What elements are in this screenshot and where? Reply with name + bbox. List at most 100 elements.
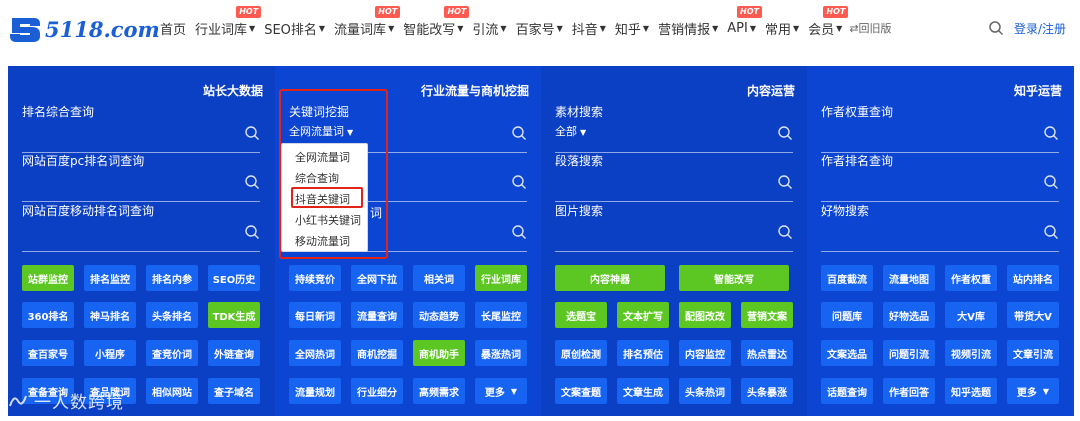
tool-button[interactable]: 小程序 [84,340,136,366]
tool-button[interactable]: 商机挖掘 [351,340,403,366]
tool-button[interactable]: 查百家号 [22,340,74,366]
tool-button[interactable]: 排名内参 [146,265,198,291]
tool-button[interactable]: 流量规划 [289,378,341,404]
search-icon[interactable] [1043,224,1059,240]
tool-button[interactable]: 外链查询 [208,340,260,366]
nav-item-3[interactable]: 流量词库 ▼ HOT [334,0,401,56]
tool-button[interactable]: 行业词库 [475,265,527,291]
search-icon[interactable] [777,174,793,190]
tool-button[interactable]: 站内排名 [1007,265,1059,291]
tool-button[interactable]: 作者权重 [945,265,997,291]
tool-button[interactable]: 排名监控 [84,265,136,291]
nav-item-4[interactable]: 智能改写 ▼ HOT [403,0,470,56]
tool-button[interactable]: 头条暴涨 [741,378,793,404]
dropdown-option[interactable]: 综合查询 [282,168,369,189]
search-icon[interactable] [777,224,793,240]
tool-button[interactable]: TDK生成 [208,302,260,328]
search-icon[interactable] [1043,174,1059,190]
tool-button[interactable]: 商机助手 [413,340,465,366]
tool-button[interactable]: 流量地图 [883,265,935,291]
tool-button[interactable]: 暴涨热词 [475,340,527,366]
nav-item-12[interactable]: 会员 ▼ HOT [808,0,849,56]
tool-button[interactable]: 文案查题 [555,378,607,404]
tool-button[interactable]: 高频需求 [413,378,465,404]
search-icon[interactable] [244,224,260,240]
tool-button[interactable]: 文章生成 [617,378,669,404]
search-icon[interactable] [511,125,527,141]
nav-item-10[interactable]: API ▼ HOT [727,0,762,56]
search-icon[interactable] [244,174,260,190]
tool-button[interactable]: SEO历史 [208,265,260,291]
nav-item-5[interactable]: 引流 ▼ [472,0,506,56]
tool-button[interactable]: 查子域名 [208,378,260,404]
more-button[interactable]: 更多 ▼ [475,378,527,404]
search-icon[interactable] [244,125,260,141]
search-field[interactable]: 作者排名查询 [821,152,1059,202]
search-field[interactable]: 段落搜索 [555,152,793,202]
tool-button[interactable]: 原创检测 [555,340,607,366]
tool-button[interactable]: 话题查询 [821,378,873,404]
tool-button[interactable]: 视频引流 [945,340,997,366]
tool-button[interactable]: 持续竞价 [289,265,341,291]
tool-button[interactable]: 每日新词 [289,302,341,328]
tool-button[interactable]: 带货大V [1007,302,1059,328]
tool-button[interactable]: 热点雷达 [741,340,793,366]
tool-button[interactable]: 营销文案 [741,302,793,328]
login-register-link[interactable]: 登录/注册 [1014,20,1066,37]
nav-item-7[interactable]: 抖音 ▼ [572,0,606,56]
nav-item-0[interactable]: 首页 [160,0,186,56]
nav-item-1[interactable]: 行业词库 ▼ HOT [195,0,262,56]
tool-button[interactable]: 神马排名 [84,302,136,328]
tool-button[interactable]: 作者回答 [883,378,935,404]
nav-item-9[interactable]: 营销情报 ▼ [658,0,718,56]
tool-button[interactable]: 相关词 [413,265,465,291]
tool-button[interactable]: 头条排名 [146,302,198,328]
tool-button[interactable]: 内容监控 [679,340,731,366]
search-icon[interactable] [1043,125,1059,141]
dropdown-option[interactable]: 全网流量词 [282,147,369,168]
site-logo[interactable]: 5118.com [8,12,160,46]
dropdown-option[interactable]: 移动流量词 [282,231,369,252]
tool-button[interactable]: 好物选品 [883,302,935,328]
search-field[interactable]: 素材搜索 全部 ▼ [555,103,793,153]
search-icon[interactable] [988,20,1004,36]
search-icon[interactable] [511,224,527,240]
search-icon[interactable] [511,174,527,190]
tool-button[interactable]: 全网热词 [289,340,341,366]
search-field[interactable]: 网站百度移动排名词查询 [22,202,260,252]
tool-button[interactable]: 内容神器 [555,265,665,291]
nav-item-2[interactable]: SEO排名 ▼ [264,0,325,56]
tool-button[interactable]: 头条热词 [679,378,731,404]
tool-button[interactable]: 行业细分 [351,378,403,404]
tool-button[interactable]: 配图改改 [679,302,731,328]
tool-button[interactable]: 全网下拉 [351,265,403,291]
search-icon[interactable] [777,125,793,141]
nav-item-6[interactable]: 百家号 ▼ [516,0,563,56]
tool-button[interactable]: 相似网站 [146,378,198,404]
dropdown-option[interactable]: 小红书关键词 [282,210,369,231]
tool-button[interactable]: 问题库 [821,302,873,328]
tool-button[interactable]: 360排名 [22,302,74,328]
search-field[interactable]: 排名综合查询 [22,103,260,153]
more-button[interactable]: 更多 ▼ [1007,378,1059,404]
tool-button[interactable]: 站群监控 [22,265,74,291]
tool-button[interactable]: 智能改写 [679,265,789,291]
tool-button[interactable]: 长尾监控 [475,302,527,328]
tool-button[interactable]: 文案选品 [821,340,873,366]
tool-button[interactable]: 选题宝 [555,302,607,328]
old-version-link[interactable]: ⇄回旧版 [849,0,891,56]
tool-button[interactable]: 动态趋势 [413,302,465,328]
tool-button[interactable]: 流量查询 [351,302,403,328]
search-field[interactable]: 图片搜索 [555,202,793,252]
search-field[interactable]: 作者权重查询 [821,103,1059,153]
tool-button[interactable]: 查竞价词 [146,340,198,366]
search-scope-select[interactable]: 全部 ▼ [555,123,586,139]
search-field[interactable]: 好物搜索 [821,202,1059,252]
search-field[interactable]: 网站百度pc排名词查询 [22,152,260,202]
nav-item-11[interactable]: 常用 ▼ [765,0,799,56]
tool-button[interactable]: 文章引流 [1007,340,1059,366]
tool-button[interactable]: 百度截流 [821,265,873,291]
tool-button[interactable]: 排名预估 [617,340,669,366]
tool-button[interactable]: 知乎选题 [945,378,997,404]
tool-button[interactable]: 文本扩写 [617,302,669,328]
